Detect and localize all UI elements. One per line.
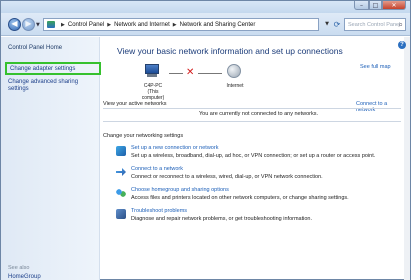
not-connected-message: You are currently not connected to any n…	[199, 111, 319, 117]
vertical-scrollbar[interactable]	[404, 37, 410, 280]
forward-button[interactable]: ▶	[22, 18, 35, 31]
connect-network-icon	[116, 168, 126, 176]
computer-icon	[141, 64, 163, 80]
change-settings-label: Change your networking settings	[103, 133, 184, 139]
breadcrumb[interactable]: ▶ Control Panel ▶ Network and Internet ▶…	[43, 18, 319, 31]
task-description: Set up a wireless, broadband, dial-up, a…	[131, 153, 376, 159]
computer-sub-label: (This computer)	[141, 89, 165, 101]
new-connection-icon	[116, 146, 126, 156]
connection-line-right	[198, 73, 222, 74]
task-description: Diagnose and repair network problems, or…	[131, 216, 312, 222]
page-title: View your basic network information and …	[117, 46, 343, 56]
control-panel-icon	[47, 21, 55, 28]
active-networks-label: View your active networks	[103, 101, 167, 107]
disconnected-x-icon: ✕	[186, 67, 195, 78]
see-also-heading: See also	[8, 265, 30, 271]
connect-network-task-link[interactable]: Connect to a network	[131, 166, 183, 172]
computer-name-label: C4P-PC (This computer)	[138, 83, 168, 101]
address-bar: ◀ ▶ ▼ ▶ Control Panel ▶ Network and Inte…	[1, 13, 410, 36]
main-content: ? View your basic network information an…	[101, 37, 406, 280]
left-pane: Control Panel Home Change adapter settin…	[1, 37, 101, 280]
change-advanced-sharing-link[interactable]: Change advanced sharing settings	[8, 79, 88, 93]
troubleshoot-icon	[116, 209, 126, 219]
search-icon[interactable]: ⌕	[399, 20, 403, 30]
breadcrumb-network-and-internet[interactable]: Network and Internet	[114, 22, 170, 28]
title-bar: – □ ✕	[1, 1, 410, 13]
breadcrumb-network-sharing-center[interactable]: Network and Sharing Center	[180, 22, 256, 28]
divider	[103, 121, 401, 122]
internet-globe-icon	[227, 64, 241, 78]
troubleshoot-link[interactable]: Troubleshoot problems	[131, 208, 187, 214]
see-full-map-link[interactable]: See full map	[360, 64, 391, 70]
recent-pages-chevron-down-icon[interactable]: ▼	[36, 22, 40, 28]
address-chevron-down-icon[interactable]: ▼	[322, 19, 332, 30]
monitor-shape	[145, 64, 159, 74]
connect-to-network-link[interactable]: Connect to a network	[356, 101, 401, 113]
search-placeholder: Search Control Panel	[348, 22, 401, 28]
internet-label: Internet	[226, 83, 244, 89]
homegroup-link[interactable]: HomeGroup	[8, 274, 41, 280]
minimize-button[interactable]: –	[354, 1, 369, 10]
breadcrumb-control-panel[interactable]: Control Panel	[68, 22, 104, 28]
close-button[interactable]: ✕	[382, 1, 406, 10]
refresh-icon[interactable]: ⟳	[332, 19, 342, 30]
task-description: Access files and printers located on oth…	[131, 195, 349, 201]
search-input[interactable]: Search Control Panel ⌕	[344, 18, 406, 31]
chevron-right-icon[interactable]: ▶	[173, 22, 177, 28]
chevron-right-icon[interactable]: ▶	[107, 22, 111, 28]
homegroup-sharing-link[interactable]: Choose homegroup and sharing options	[131, 187, 229, 193]
change-adapter-settings-link[interactable]: Change adapter settings	[5, 62, 101, 75]
divider	[103, 108, 401, 109]
control-panel-window: – □ ✕ ◀ ▶ ▼ ▶ Control Panel ▶ Network an…	[0, 0, 411, 280]
homegroup-icon	[116, 188, 126, 198]
connection-line-left	[169, 73, 183, 74]
help-icon[interactable]: ?	[398, 41, 406, 49]
setup-connection-link[interactable]: Set up a new connection or network	[131, 145, 218, 151]
back-button[interactable]: ◀	[8, 18, 21, 31]
control-panel-home-link[interactable]: Control Panel Home	[8, 45, 62, 51]
task-description: Connect or reconnect to a wireless, wire…	[131, 174, 323, 180]
chevron-right-icon[interactable]: ▶	[61, 22, 65, 28]
window-controls: – □ ✕	[354, 1, 406, 10]
monitor-base	[147, 74, 157, 77]
maximize-button[interactable]: □	[369, 1, 382, 10]
